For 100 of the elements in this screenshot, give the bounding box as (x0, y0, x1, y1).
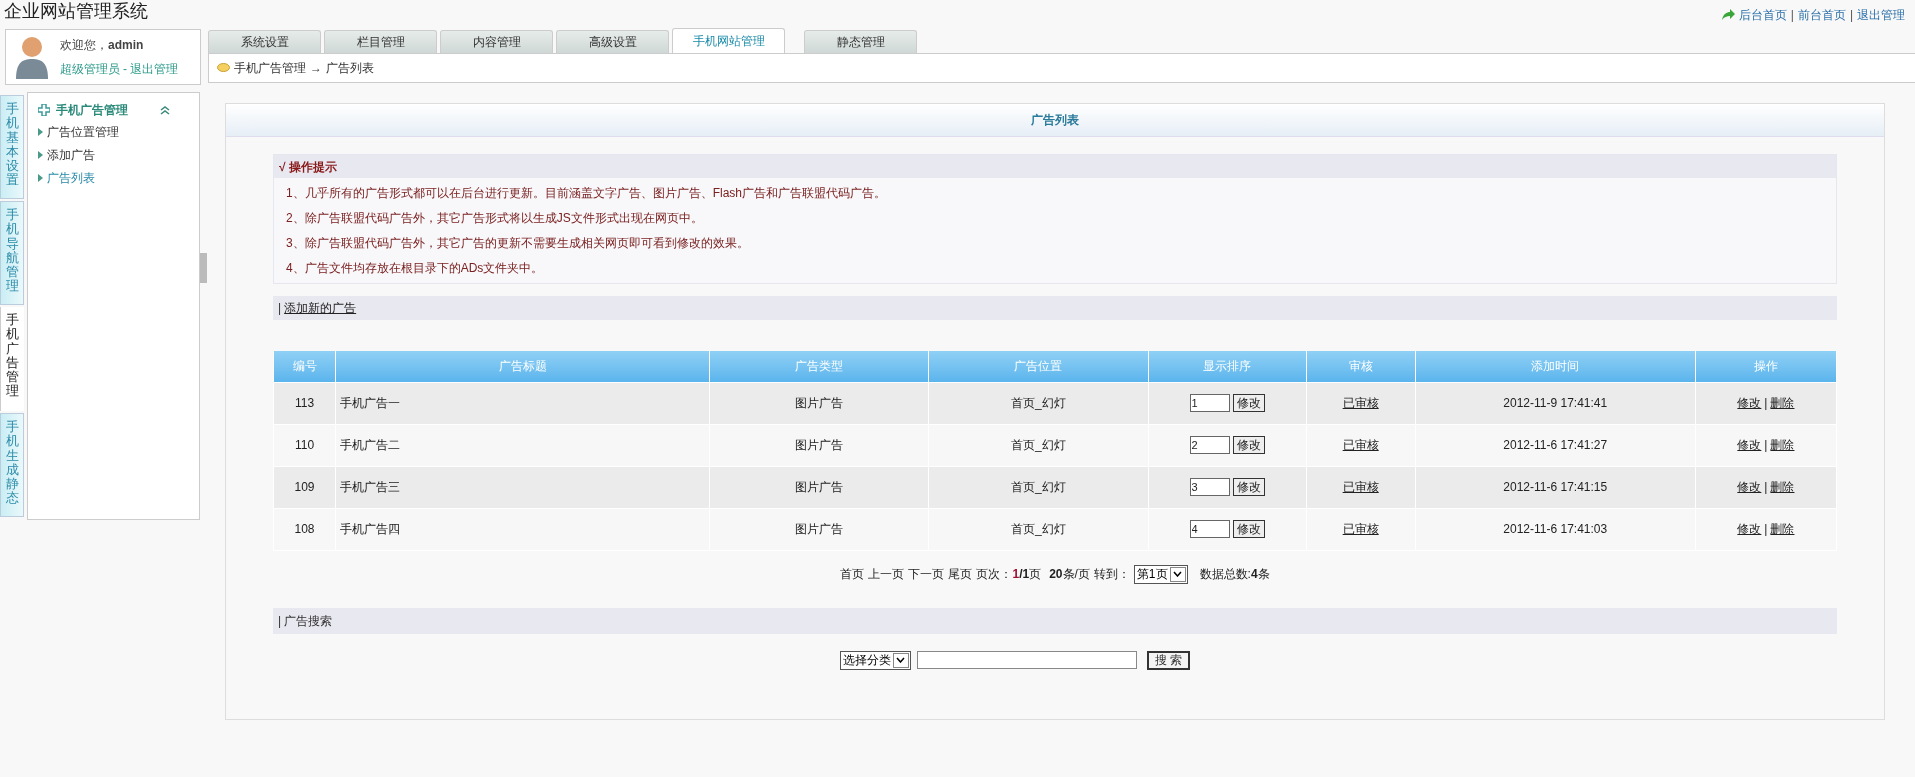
header-link[interactable]: 前台首页 (1797, 6, 1846, 24)
header-link[interactable]: 后台首页 (1738, 6, 1787, 24)
nav-tab[interactable]: 静态管理 (804, 30, 917, 53)
per-page-text: 20条/页 (1049, 566, 1090, 583)
table-cell: 图片广告 (709, 466, 929, 508)
nav-tab[interactable]: 内容管理 (440, 30, 553, 53)
menu-item[interactable]: 广告列表 (47, 169, 95, 187)
link-separator: | (1849, 7, 1853, 24)
link-separator: | (1790, 7, 1794, 24)
table-cell: 手机广告三 (335, 466, 710, 508)
column-header: 添加时间 (1415, 351, 1696, 382)
action-separator: | (1764, 437, 1768, 454)
pagination-link[interactable]: 上一页 (868, 565, 905, 583)
delete-link[interactable]: 删除 (1770, 394, 1795, 412)
table-cell: 110 (273, 424, 336, 466)
nav-tab[interactable]: 系统设置 (208, 30, 321, 53)
header-link[interactable]: 退出管理 (1857, 6, 1905, 24)
goto-label: 转到： (1093, 566, 1130, 583)
order-field[interactable]: 2 (1189, 436, 1230, 454)
order-field[interactable]: 1 (1189, 394, 1230, 412)
table-cell: 2012-11-9 17:41:41 (1415, 382, 1696, 424)
bar-separator: | (278, 612, 282, 630)
tip-text: 3、除广告联盟代码广告外，其它广告的更新不需要生成相关网页即可看到修改的效果。 (286, 235, 750, 252)
separator-text: - (123, 61, 127, 78)
tip-text: 4、广告文件均存放在根目录下的ADs文件夹中。 (286, 260, 545, 277)
pagination-link[interactable]: 首页 (840, 565, 865, 583)
table-cell: 首页_幻灯 (928, 382, 1148, 424)
edit-order-button[interactable]: 修改 (1232, 436, 1265, 454)
nav-tab[interactable]: 栏目管理 (324, 30, 437, 53)
add-ad-link[interactable]: 添加新的广告 (284, 299, 357, 317)
edit-link[interactable]: 修改 (1737, 478, 1762, 496)
table-cell: 2012-11-6 17:41:03 (1415, 508, 1696, 550)
panel-title: 广告列表 (226, 104, 1884, 137)
column-header: 广告类型 (709, 351, 929, 382)
table-cell: 108 (273, 508, 336, 550)
status-link[interactable]: 已审核 (1342, 396, 1379, 410)
column-header: 操作 (1695, 351, 1837, 382)
logout-link[interactable]: 退出管理 (130, 60, 178, 78)
delete-link[interactable]: 删除 (1770, 478, 1795, 496)
breadcrumb-separator: → (310, 60, 322, 77)
triangle-icon (38, 128, 43, 136)
edit-link[interactable]: 修改 (1737, 436, 1762, 454)
status-link[interactable]: 已审核 (1342, 438, 1379, 452)
nav-tab[interactable]: 高级设置 (556, 30, 669, 53)
action-separator: | (1764, 395, 1768, 412)
page-select[interactable]: 第1页 (1133, 564, 1188, 584)
tips-title: √ 操作提示 (274, 155, 1836, 178)
tip-text: 2、除广告联盟代码广告外，其它广告形式将以生成JS文件形式出现在网页中。 (286, 210, 704, 227)
order-field[interactable]: 3 (1189, 478, 1230, 496)
table-cell: 首页_幻灯 (928, 424, 1148, 466)
status-link[interactable]: 已审核 (1342, 480, 1379, 494)
table-cell: 2012-11-6 17:41:15 (1415, 466, 1696, 508)
table-cell: 手机广告四 (335, 508, 710, 550)
table-cell: 109 (273, 466, 336, 508)
menu-title[interactable]: 手机广告管理 (56, 101, 128, 119)
side-tab[interactable]: 手机基本设置 (0, 95, 24, 199)
nav-tab[interactable]: 手机网站管理 (672, 28, 785, 53)
table-cell: 手机广告一 (335, 382, 710, 424)
user-role: 超级管理员 (60, 61, 120, 78)
edit-link[interactable]: 修改 (1737, 520, 1762, 538)
menu-item[interactable]: 广告位置管理 (47, 123, 119, 141)
table-cell: 首页_幻灯 (928, 508, 1148, 550)
side-tab[interactable]: 手机广告管理 (0, 307, 24, 411)
edit-order-button[interactable]: 修改 (1232, 478, 1265, 496)
side-tab[interactable]: 手机导航管理 (0, 201, 24, 305)
side-tab[interactable]: 手机生成静态 (0, 413, 24, 517)
column-header: 显示排序 (1148, 351, 1307, 382)
edit-order-button[interactable]: 修改 (1232, 394, 1265, 412)
page-info: 页次：1/1页 (976, 566, 1042, 583)
edit-link[interactable]: 修改 (1737, 394, 1762, 412)
plus-icon (38, 104, 50, 116)
action-separator: | (1764, 521, 1768, 538)
site-title: 企业网站管理系统 (4, 0, 148, 23)
search-field[interactable] (916, 651, 1137, 669)
pagination-link[interactable]: 下一页 (908, 565, 945, 583)
triangle-icon (38, 151, 43, 159)
record-count: 数据总数:4条 (1199, 566, 1270, 583)
order-field[interactable]: 4 (1189, 520, 1230, 538)
collapse-handle[interactable] (200, 253, 207, 283)
delete-link[interactable]: 删除 (1770, 520, 1795, 538)
column-header: 编号 (273, 351, 336, 382)
table-cell: 图片广告 (709, 382, 929, 424)
category-select[interactable]: 选择分类 (839, 650, 911, 670)
column-header: 广告位置 (928, 351, 1148, 382)
triangle-icon (38, 174, 43, 182)
table-cell: 手机广告二 (335, 424, 710, 466)
avatar-icon (14, 35, 50, 79)
menu-item[interactable]: 添加广告 (47, 146, 95, 164)
edit-order-button[interactable]: 修改 (1232, 520, 1265, 538)
arrow-icon (1720, 9, 1735, 21)
search-button[interactable]: 搜 索 (1146, 650, 1191, 670)
delete-link[interactable]: 删除 (1770, 436, 1795, 454)
column-header: 广告标题 (335, 351, 710, 382)
welcome-text: 欢迎您，admin (60, 37, 145, 54)
table-cell: 图片广告 (709, 508, 929, 550)
collapse-icon[interactable] (160, 105, 170, 115)
status-link[interactable]: 已审核 (1342, 522, 1379, 536)
action-separator: | (1764, 479, 1768, 496)
table-cell: 图片广告 (709, 424, 929, 466)
pagination-link[interactable]: 尾页 (948, 565, 973, 583)
